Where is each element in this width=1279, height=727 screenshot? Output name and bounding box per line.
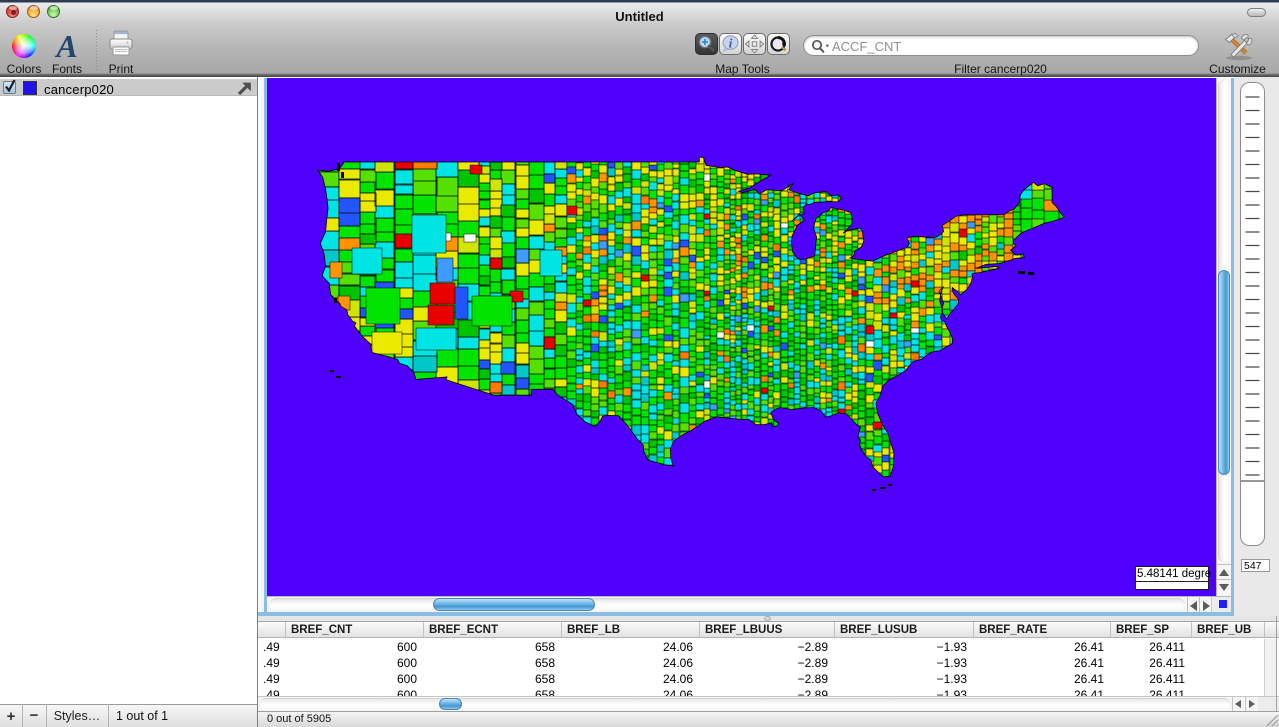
svg-text:i: i [729, 36, 733, 51]
